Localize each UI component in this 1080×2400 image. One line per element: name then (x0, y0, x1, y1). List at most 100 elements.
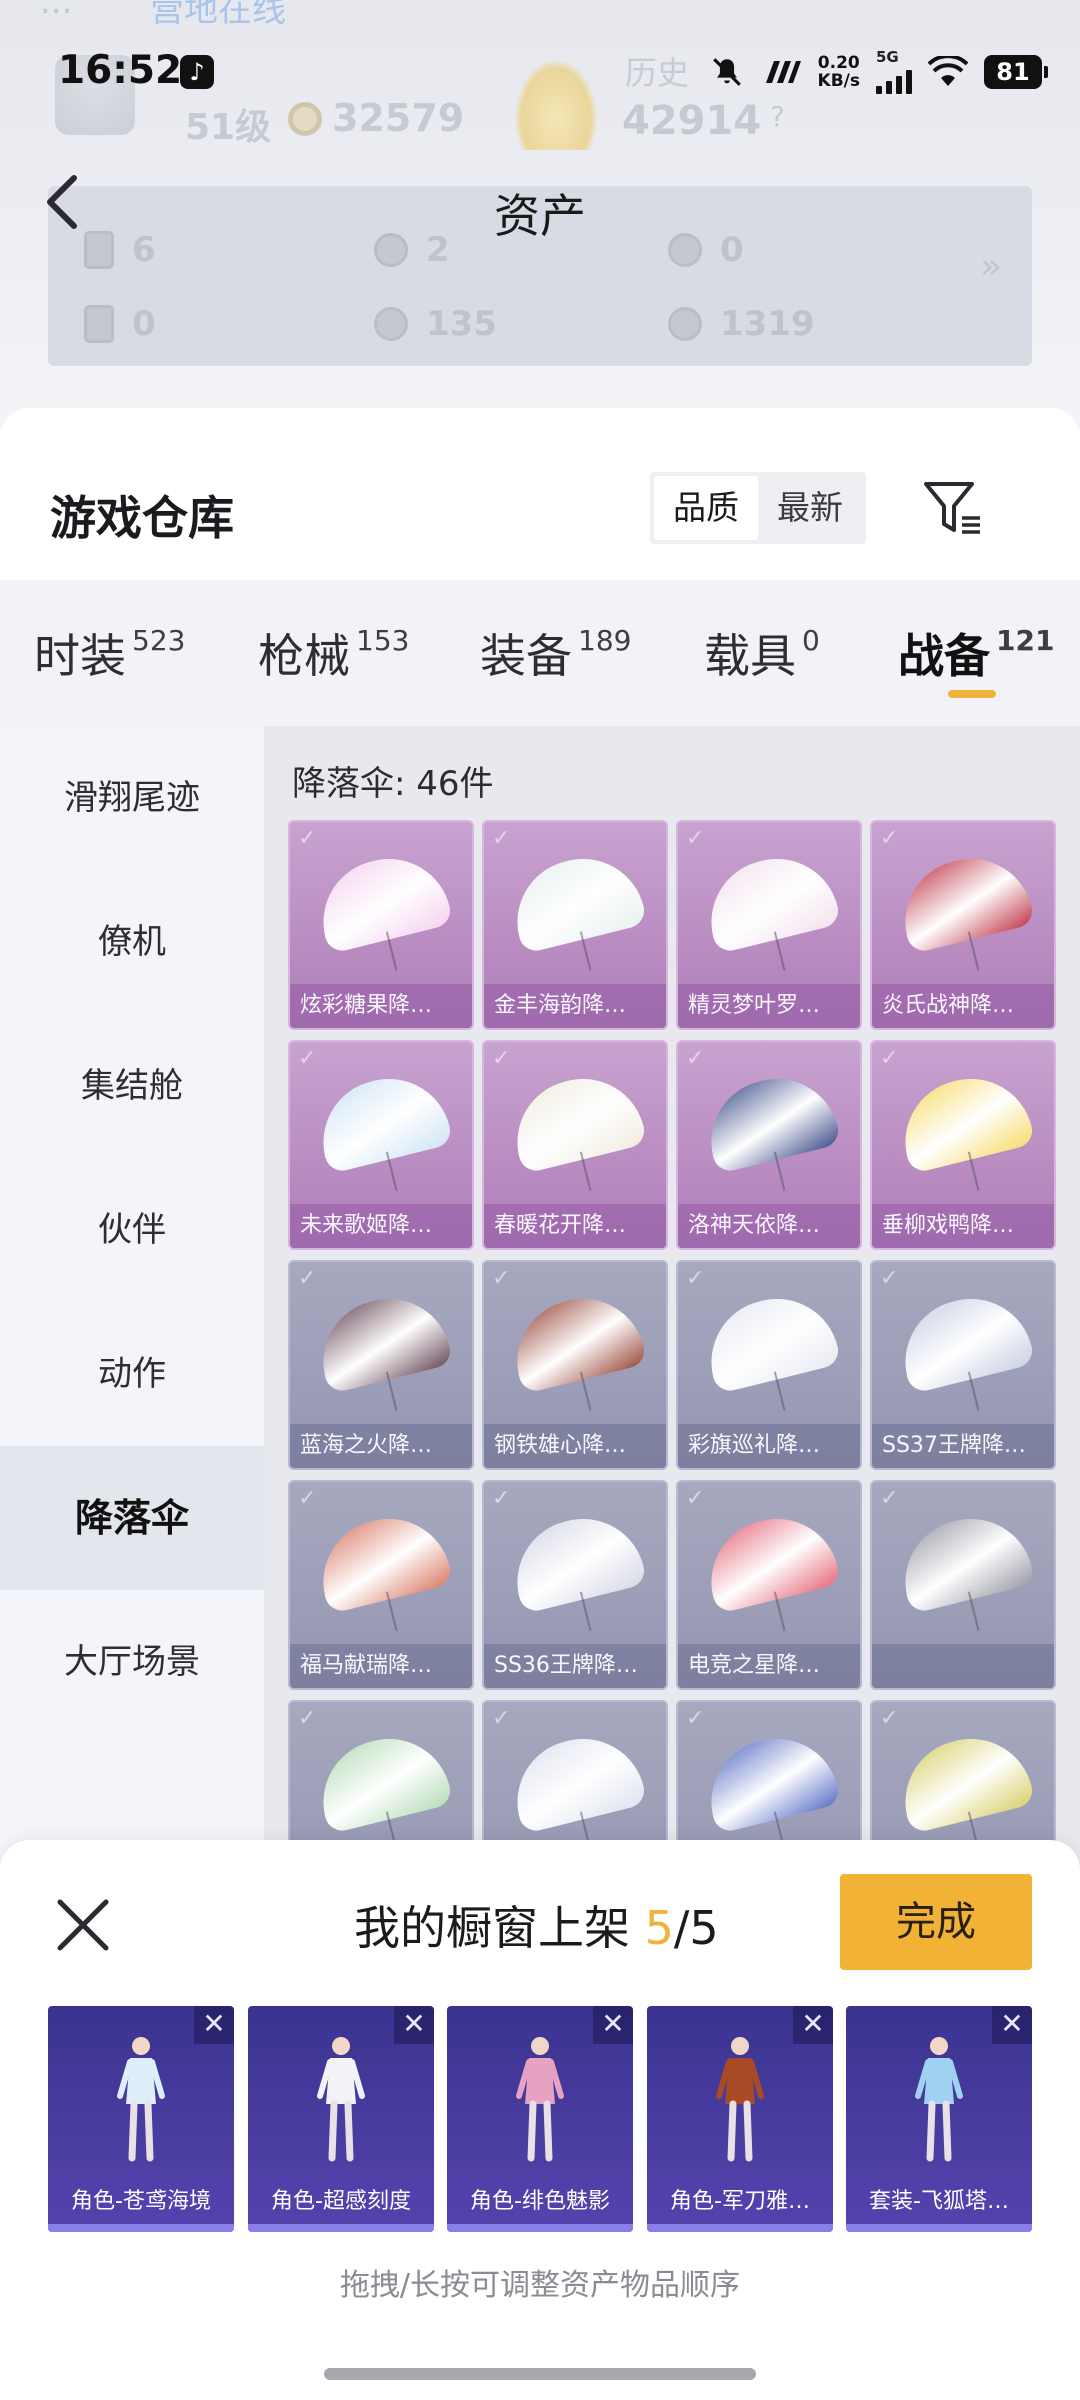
asset-cell: 0 (84, 304, 156, 344)
showcase-item-label: 角色-绯色魅影 (447, 2180, 633, 2224)
parachute-icon (698, 1285, 842, 1395)
status-icons: 0.20 KB/s 5G 81 (710, 50, 1048, 94)
token-icon (374, 307, 408, 341)
tab-label: 时装 (34, 629, 126, 683)
home-indicator[interactable] (324, 2368, 756, 2380)
parachute-item-card[interactable]: ✓ 电竞之星降… (676, 1480, 862, 1690)
parachute-item-card[interactable]: ✓ SS36王牌降… (482, 1480, 668, 1690)
showcase-count-current: 5 (644, 1901, 674, 1955)
select-check-icon: ✓ (492, 826, 511, 851)
expand-assets-icon[interactable]: » (980, 246, 1002, 287)
remove-item-icon[interactable]: ✕ (394, 2006, 434, 2044)
tab-count: 189 (578, 623, 632, 657)
close-icon[interactable] (52, 1894, 114, 1956)
sidebar-item-parachute[interactable]: 降落伞 (0, 1446, 264, 1590)
tab-label: 装备 (480, 629, 572, 683)
parachute-icon (698, 845, 842, 955)
showcase-item-card[interactable]: ✕ 角色-苍鸢海境 (48, 2006, 234, 2232)
showcase-item-card[interactable]: ✕ 套装-飞狐塔… (846, 2006, 1032, 2232)
remove-item-icon[interactable]: ✕ (793, 2006, 833, 2044)
sidebar-item-pod[interactable]: 集结舱 (0, 1014, 264, 1158)
network-type: 5G (876, 48, 899, 66)
subcategory-sidebar: 滑翔尾迹 僚机 集结舱 伙伴 动作 降落伞 大厅场景 (0, 726, 264, 2016)
filter-icon[interactable] (922, 478, 984, 538)
parachute-icon (504, 845, 648, 955)
wifi-icon (928, 56, 968, 86)
parachute-item-card[interactable]: ✓ 垂柳戏鸭降… (870, 1040, 1056, 1250)
remove-item-icon[interactable]: ✕ (593, 2006, 633, 2044)
parachute-icon (310, 1065, 454, 1175)
card-rarity-bar (48, 2224, 234, 2232)
select-check-icon: ✓ (492, 1486, 511, 1511)
showcase-item-label: 角色-军刀雅… (647, 2180, 833, 2224)
select-check-icon: ✓ (298, 826, 317, 851)
parachute-item-card[interactable]: ✓ 蓝海之火降… (288, 1260, 474, 1470)
remove-item-icon[interactable]: ✕ (992, 2006, 1032, 2044)
parachute-icon (504, 1505, 648, 1615)
sort-by-quality-button[interactable]: 品质 (654, 476, 758, 540)
sidebar-item-lobby-scene[interactable]: 大厅场景 (0, 1590, 264, 1734)
tab-label: 战备 (898, 629, 990, 683)
tab-weapons[interactable]: 枪械 153 (258, 620, 409, 686)
character-figure-icon (915, 2037, 963, 2162)
character-figure-icon (117, 2037, 165, 2162)
item-label: 金丰海韵降… (484, 984, 666, 1028)
parachute-item-card[interactable]: ✓ SS37王牌降… (870, 1260, 1056, 1470)
sort-toggle: 品质 最新 (650, 472, 866, 544)
parachute-icon (310, 1285, 454, 1395)
asset-value: 0 (132, 304, 156, 344)
page-title: 资产 (494, 189, 586, 243)
cell-signal: 5G (876, 50, 912, 94)
sidebar-item-emote[interactable]: 动作 (0, 1302, 264, 1446)
showcase-item-card[interactable]: ✕ 角色-超感刻度 (248, 2006, 434, 2232)
showcase-item-label: 角色-超感刻度 (248, 2180, 434, 2224)
battery-indicator: 81 (984, 55, 1048, 89)
parachute-item-card[interactable]: ✓ 彩旗巡礼降… (676, 1260, 862, 1470)
showcase-title-text: 我的橱窗上架 (354, 1901, 630, 1955)
character-figure-icon (516, 2037, 564, 2162)
parachute-item-card[interactable]: ✓ 精灵梦叶罗… (676, 820, 862, 1030)
sort-by-newest-button[interactable]: 最新 (758, 476, 862, 540)
parachute-icon (892, 1285, 1036, 1395)
tab-label: 载具 (704, 629, 796, 683)
select-check-icon: ✓ (880, 826, 899, 851)
parachute-item-card[interactable]: ✓ 春暖花开降… (482, 1040, 668, 1250)
sidebar-item-wingman[interactable]: 僚机 (0, 870, 264, 1014)
showcase-count-sep: / (673, 1901, 690, 1955)
mute-bell-icon (712, 58, 741, 86)
parachute-item-card[interactable]: ✓ (870, 1480, 1056, 1690)
parachute-item-card[interactable]: ✓ 炫彩糖果降… (288, 820, 474, 1030)
showcase-item-card[interactable]: ✕ 角色-军刀雅… (647, 2006, 833, 2232)
parachute-icon (698, 1505, 842, 1615)
parachute-item-card[interactable]: ✓ 金丰海韵降… (482, 820, 668, 1030)
parachute-icon (310, 1725, 454, 1835)
sidebar-item-companion[interactable]: 伙伴 (0, 1158, 264, 1302)
tab-count: 0 (802, 623, 820, 657)
parachute-icon (892, 845, 1036, 955)
parachute-item-card[interactable]: ✓ 未来歌姬降… (288, 1040, 474, 1250)
showcase-item-card[interactable]: ✕ 角色-绯色魅影 (447, 2006, 633, 2232)
select-check-icon: ✓ (686, 1486, 705, 1511)
tab-count: 523 (132, 623, 186, 657)
showcase-count-total: 5 (689, 1901, 719, 1955)
ticket-icon (84, 305, 114, 343)
done-button[interactable]: 完成 (840, 1874, 1032, 1970)
warehouse-title: 游戏仓库 (50, 491, 234, 545)
tab-count: 153 (356, 623, 410, 657)
remove-item-icon[interactable]: ✕ (194, 2006, 234, 2044)
parachute-item-card[interactable]: ✓ 钢铁雄心降… (482, 1260, 668, 1470)
status-bar: 16:52 ♪ 0.20 KB/s 5G 81 (0, 0, 1080, 140)
tab-vehicles[interactable]: 载具 0 (704, 620, 820, 686)
tab-outfits[interactable]: 时装 523 (34, 620, 185, 686)
tab-equipment[interactable]: 装备 189 (480, 620, 631, 686)
parachute-item-card[interactable]: ✓ 福马献瑞降… (288, 1480, 474, 1690)
parachute-icon (698, 1725, 842, 1835)
warehouse-header: 游戏仓库 品质 最新 (0, 408, 1080, 580)
sidebar-item-glide-trail[interactable]: 滑翔尾迹 (0, 726, 264, 870)
parachute-item-card[interactable]: ✓ 炎氏战神降… (870, 820, 1056, 1030)
tab-battle-gear[interactable]: 战备 121 (898, 620, 1054, 686)
item-label: 炎氏战神降… (872, 984, 1054, 1028)
character-figure-icon (317, 2037, 365, 2162)
asset-value: 1319 (720, 304, 815, 344)
parachute-item-card[interactable]: ✓ 洛神天依降… (676, 1040, 862, 1250)
